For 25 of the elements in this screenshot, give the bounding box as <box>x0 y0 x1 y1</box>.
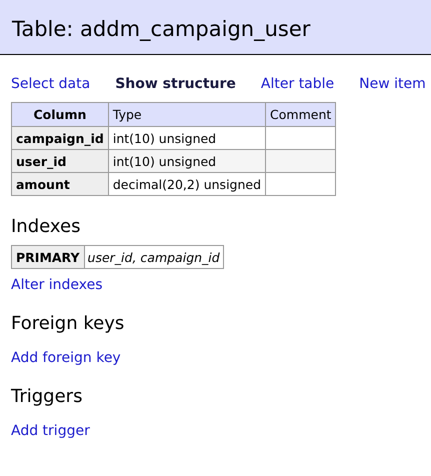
index-type-cell: PRIMARY <box>12 246 84 268</box>
type-cell: decimal(20,2) unsigned <box>108 172 266 196</box>
comment-cell <box>266 172 336 196</box>
column-header: Type <box>108 102 266 126</box>
column-name-cell: amount <box>12 172 108 196</box>
comment-cell <box>266 150 336 172</box>
column-name-cell: user_id <box>12 150 108 172</box>
menu-link[interactable]: Show structure <box>115 76 236 92</box>
section-link[interactable]: Alter indexes <box>11 277 103 293</box>
index-columns-cell: user_id, campaign_id <box>84 246 224 268</box>
type-cell: int(10) unsigned <box>108 150 266 172</box>
section-link[interactable]: Add foreign key <box>11 350 121 366</box>
section-heading: Indexes <box>11 216 82 237</box>
section-link[interactable]: Add trigger <box>11 423 90 439</box>
menu-link[interactable]: Alter table <box>260 76 334 92</box>
section-heading: Foreign keys <box>11 313 126 334</box>
column-header: Column <box>12 102 108 126</box>
type-cell: int(10) unsigned <box>108 126 266 150</box>
comment-cell <box>266 126 336 150</box>
column-header: Comment <box>266 102 336 126</box>
column-name-cell: campaign_id <box>12 126 108 150</box>
section-heading: Triggers <box>11 386 84 407</box>
menu-link[interactable]: Select data <box>11 76 90 92</box>
menu-link[interactable]: New item <box>359 76 426 92</box>
page-title: Table: addm_campaign_user <box>12 17 310 41</box>
